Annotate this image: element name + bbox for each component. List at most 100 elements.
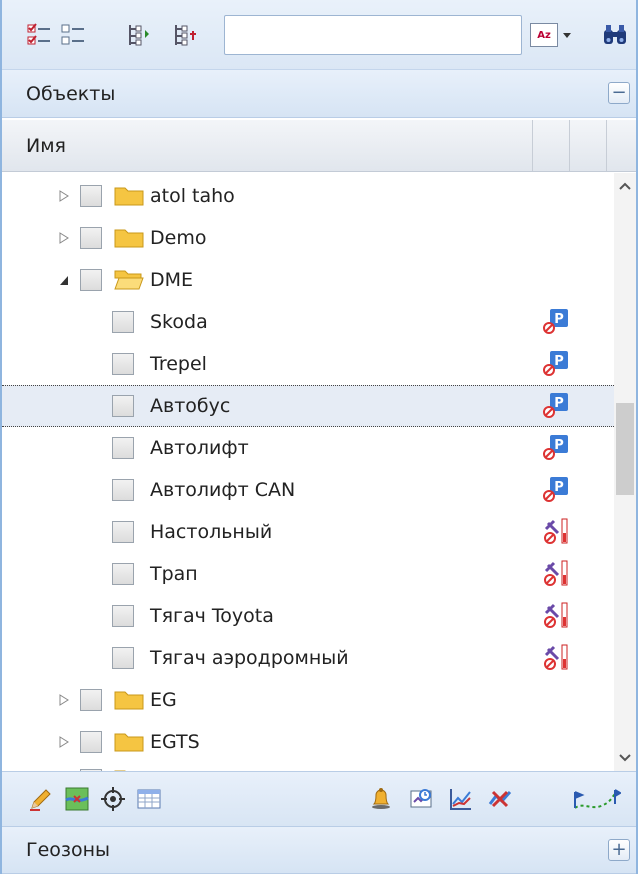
chart-icon[interactable] [446, 784, 476, 814]
collapse-tree-icon[interactable] [170, 18, 200, 52]
satellite-off-icon [544, 560, 568, 586]
item-label: Автобус [150, 395, 231, 417]
parking-icon: P [543, 477, 568, 502]
tree-group-row[interactable]: DME [2, 259, 614, 301]
tree-item-row-selected[interactable]: Автобус P [2, 385, 614, 427]
group-checkbox[interactable] [80, 185, 102, 207]
group-label: atol taho [150, 185, 235, 207]
scrollbar-thumb[interactable] [616, 403, 634, 495]
parking-icon: P [543, 309, 568, 334]
item-label: Тягач Toyota [150, 605, 274, 627]
vertical-scrollbar[interactable] [614, 173, 636, 771]
tree-item-row[interactable]: Трап [2, 553, 614, 595]
chevron-down-icon [563, 32, 571, 38]
group-label: EG [150, 689, 177, 711]
tree-item-row[interactable]: Тягач аэродромный [2, 637, 614, 679]
tree-item-row[interactable]: Автолифт P [2, 427, 614, 469]
search-input[interactable] [224, 15, 522, 55]
item-label: Настольный [150, 521, 273, 543]
group-label: Demo [150, 227, 207, 249]
group-checkbox[interactable] [80, 227, 102, 249]
collapse-arrow-icon[interactable] [58, 273, 70, 287]
parking-icon: P [543, 435, 568, 460]
parking-icon: P [543, 351, 568, 376]
delete-track-icon[interactable] [486, 784, 516, 814]
group-checkbox[interactable] [80, 269, 102, 291]
item-checkbox[interactable] [112, 353, 134, 375]
item-checkbox[interactable] [112, 647, 134, 669]
sort-dropdown[interactable]: Az [530, 18, 590, 52]
panel-title: Геозоны [26, 839, 111, 861]
tree-item-row[interactable]: Настольный [2, 511, 614, 553]
svg-text:P: P [554, 396, 564, 411]
folder-open-icon [114, 270, 144, 290]
folder-icon [114, 187, 144, 206]
svg-text:P: P [554, 312, 564, 327]
notification-icon[interactable] [366, 784, 396, 814]
objects-tree: atol taho Demo DME Skoda P Trepel P Авто… [2, 173, 614, 771]
satellite-off-icon [544, 518, 568, 544]
expand-arrow-icon[interactable] [58, 189, 70, 203]
group-checkbox[interactable] [80, 689, 102, 711]
top-toolbar: Az [2, 0, 636, 70]
parking-icon: P [543, 393, 568, 418]
collapse-panel-button[interactable]: − [608, 82, 630, 104]
item-checkbox[interactable] [112, 395, 134, 417]
group-label: EGTS [150, 731, 200, 753]
edit-icon[interactable] [26, 784, 56, 814]
item-label: Тягач аэродромный [150, 647, 349, 669]
satellite-off-icon [544, 644, 568, 670]
item-label: Автолифт CAN [150, 479, 296, 501]
objects-panel-header[interactable]: Объекты − [2, 70, 636, 118]
folder-icon [114, 229, 144, 248]
item-checkbox[interactable] [112, 605, 134, 627]
item-checkbox[interactable] [112, 479, 134, 501]
tree-item-row[interactable]: Skoda P [2, 301, 614, 343]
map-icon[interactable] [62, 784, 92, 814]
item-checkbox[interactable] [112, 563, 134, 585]
panel-title: Объекты [26, 82, 116, 105]
tree-group-row[interactable]: EGTS [2, 721, 614, 763]
folder-icon [114, 733, 144, 752]
tree-group-row[interactable]: atol taho [2, 175, 614, 217]
item-label: Трап [150, 563, 198, 585]
table-icon[interactable] [134, 784, 164, 814]
svg-text:P: P [554, 438, 564, 453]
expand-arrow-icon[interactable] [58, 735, 70, 749]
sort-az-icon: Az [530, 23, 558, 47]
expand-panel-button[interactable]: + [608, 839, 630, 861]
locate-icon[interactable] [98, 784, 128, 814]
item-checkbox[interactable] [112, 437, 134, 459]
expand-arrow-icon[interactable] [58, 231, 70, 245]
svg-text:P: P [554, 480, 564, 495]
bottom-toolbar [2, 771, 636, 827]
svg-text:P: P [554, 354, 564, 369]
binoculars-icon[interactable] [600, 18, 630, 52]
tree-item-row[interactable]: Тягач Toyota [2, 595, 614, 637]
item-checkbox[interactable] [112, 311, 134, 333]
tree-item-row[interactable]: Trepel P [2, 343, 614, 385]
scroll-up-icon[interactable] [614, 173, 636, 199]
satellite-off-icon [544, 602, 568, 628]
tree-group-row-partial[interactable] [2, 763, 614, 771]
report-icon[interactable] [406, 784, 436, 814]
column-header: Имя [2, 120, 636, 172]
tree-item-row[interactable]: Автолифт CAN P [2, 469, 614, 511]
expand-arrow-icon[interactable] [58, 693, 70, 707]
item-label: Автолифт [150, 437, 249, 459]
tree-group-row[interactable]: EG [2, 679, 614, 721]
check-all-icon[interactable] [24, 18, 54, 52]
item-label: Trepel [150, 353, 207, 375]
column-name-header[interactable]: Имя [26, 135, 66, 157]
group-label: DME [150, 269, 194, 291]
uncheck-all-icon[interactable] [58, 18, 88, 52]
track-icon[interactable] [570, 784, 622, 814]
geozones-panel-header[interactable]: Геозоны + [2, 827, 636, 874]
item-checkbox[interactable] [112, 521, 134, 543]
item-label: Skoda [150, 311, 208, 333]
folder-icon [114, 691, 144, 710]
scroll-down-icon[interactable] [614, 745, 636, 771]
group-checkbox[interactable] [80, 731, 102, 753]
tree-group-row[interactable]: Demo [2, 217, 614, 259]
expand-tree-icon[interactable] [124, 18, 154, 52]
